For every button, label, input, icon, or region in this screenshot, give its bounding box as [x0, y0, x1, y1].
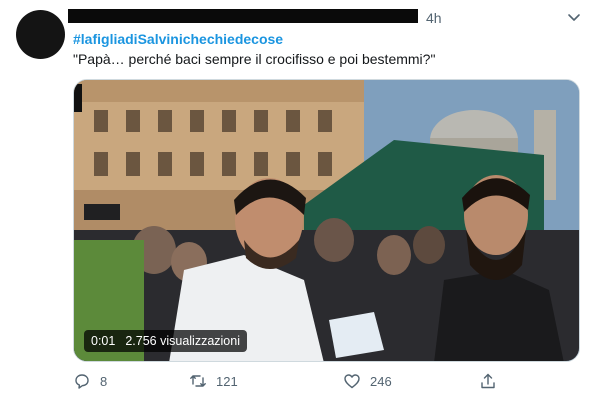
retweet-button[interactable]: 121	[189, 372, 238, 390]
retweet-icon	[190, 375, 206, 387]
video-status-badge: 0:01 2.756 visualizzazioni	[84, 330, 247, 352]
share-icon	[481, 373, 495, 389]
tweet-card[interactable]: 4h #lafigliadiSalvinichechiedecose "Papà…	[0, 0, 594, 403]
video-elapsed: 0:01	[91, 334, 116, 348]
tweet-text: "Papà… perché baci sempre il crocifisso …	[73, 51, 436, 67]
video-views: 2.756 visualizzazioni	[125, 334, 240, 348]
share-button[interactable]	[479, 372, 497, 390]
like-button[interactable]: 246	[343, 372, 392, 390]
reply-button[interactable]: 8	[73, 372, 107, 390]
heart-icon	[344, 374, 360, 389]
avatar[interactable]	[16, 10, 65, 59]
reply-count: 8	[100, 373, 108, 389]
redacted-author-name	[68, 9, 418, 23]
retweet-count: 121	[216, 373, 238, 389]
action-bar: 8 121 246	[73, 372, 553, 394]
chevron-down-icon[interactable]	[565, 8, 583, 26]
video-frame	[74, 80, 579, 361]
hashtag-link[interactable]: #lafigliadiSalvinichechiedecose	[73, 31, 283, 47]
tweet-time[interactable]: 4h	[426, 10, 442, 26]
like-count: 246	[370, 373, 392, 389]
comment-icon	[75, 374, 89, 389]
video-player[interactable]: 0:01 2.756 visualizzazioni	[73, 79, 580, 362]
